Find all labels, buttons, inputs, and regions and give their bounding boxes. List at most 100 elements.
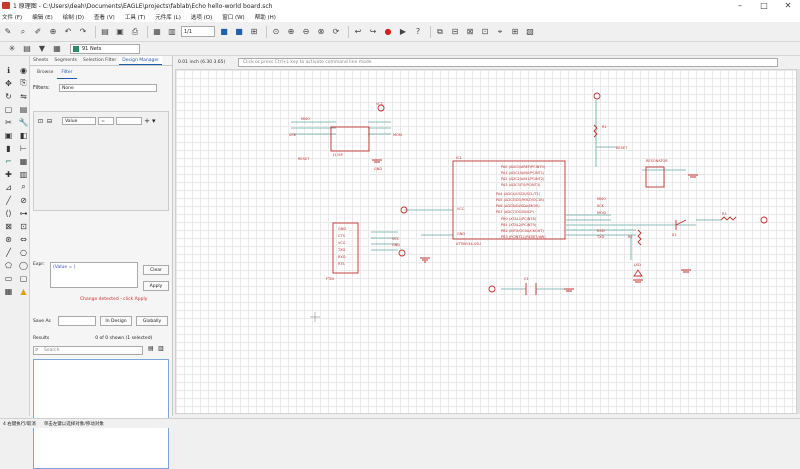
tool-7-icon[interactable]: ▧: [524, 26, 536, 38]
save-as-input[interactable]: [58, 316, 96, 326]
rotate-icon[interactable]: ↻: [2, 90, 15, 102]
name-icon[interactable]: ▣: [2, 129, 15, 141]
sheet-select[interactable]: 1/1: [181, 26, 215, 37]
redo-icon[interactable]: ↷: [77, 26, 89, 38]
rule-field-select[interactable]: Value: [62, 117, 97, 125]
menu-file[interactable]: 文件 (F): [2, 13, 22, 21]
help-icon[interactable]: ?: [412, 26, 424, 38]
ulp-icon[interactable]: ■: [233, 26, 245, 38]
line-icon[interactable]: ╱: [2, 246, 15, 258]
show-icon[interactable]: ◉: [17, 64, 30, 76]
frame-icon[interactable]: ▢: [17, 272, 30, 284]
expr-input[interactable]: (Value = ): [50, 262, 138, 288]
open-icon[interactable]: ▤: [99, 26, 111, 38]
tab-filter[interactable]: Filter: [57, 68, 77, 79]
attribute-icon[interactable]: ⊛: [2, 233, 15, 245]
label-icon[interactable]: ⟨⟩: [2, 207, 15, 219]
go-icon[interactable]: ▶: [397, 26, 409, 38]
layer-select[interactable]: 91 Nets: [70, 43, 140, 54]
tool-6-icon[interactable]: ⊞: [509, 26, 521, 38]
wrench-icon[interactable]: ✎: [2, 26, 14, 38]
print-icon[interactable]: ⎙: [129, 26, 141, 38]
rule-toggle-icon[interactable]: ⊟: [47, 118, 52, 125]
tab-selection-filter[interactable]: Selection Filter: [80, 56, 119, 65]
info-icon[interactable]: ℹ: [2, 64, 15, 76]
zoom-fit-icon[interactable]: ⊙: [270, 26, 282, 38]
erc-icon[interactable]: ▦: [2, 285, 15, 297]
filter-icon[interactable]: ▼: [36, 43, 48, 55]
search-icon[interactable]: ⌕: [17, 26, 29, 38]
sheet-icon[interactable]: ▥: [166, 26, 178, 38]
copy-icon[interactable]: ⎘: [17, 77, 30, 89]
zoom-in-icon[interactable]: ⊕: [285, 26, 297, 38]
add-rule-icon[interactable]: +: [144, 117, 150, 125]
rule-value-input[interactable]: [116, 117, 143, 125]
menu-view[interactable]: 查看 (V): [94, 13, 115, 21]
polygon-icon[interactable]: ⬠: [2, 259, 15, 271]
tool-5-icon[interactable]: ⌖: [494, 26, 506, 38]
tool-3-icon[interactable]: ⊠: [464, 26, 476, 38]
circle-icon[interactable]: ○: [17, 246, 30, 258]
tab-segments[interactable]: Segments: [51, 56, 80, 65]
minimize-button[interactable]: –: [728, 0, 752, 11]
tab-browse[interactable]: Browse: [33, 68, 57, 79]
layer-settings-icon[interactable]: ▦: [51, 43, 63, 55]
menu-library[interactable]: 元件库 (L): [155, 13, 181, 21]
schematic-canvas[interactable]: MISO SCK RESET VCC MOSI GND J1 ISP IC1 A…: [175, 69, 797, 414]
gate-swap-icon[interactable]: ▥: [17, 168, 30, 180]
net-icon[interactable]: ⊶: [17, 207, 30, 219]
junction-icon[interactable]: ⊡: [17, 220, 30, 232]
zoom-icon[interactable]: ⊕: [47, 26, 59, 38]
undo-icon[interactable]: ↶: [62, 26, 74, 38]
rule-operator-select[interactable]: =: [98, 117, 115, 125]
tool-4-icon[interactable]: ⊡: [479, 26, 491, 38]
mirror-icon[interactable]: ⇋: [17, 90, 30, 102]
cam-icon[interactable]: ■: [218, 26, 230, 38]
script-icon[interactable]: ⊞: [248, 26, 260, 38]
errors-icon[interactable]: ▲: [17, 285, 30, 297]
tab-design-manager[interactable]: Design Manager: [119, 56, 162, 65]
group-icon[interactable]: ▢: [2, 103, 15, 115]
results-search-input[interactable]: Search: [33, 346, 143, 355]
menu-draw[interactable]: 绘制 (D): [63, 13, 84, 21]
tool-2-icon[interactable]: ⊟: [449, 26, 461, 38]
miter-icon[interactable]: ⌐: [2, 155, 15, 167]
smash-icon[interactable]: ▮: [2, 142, 15, 154]
board-icon[interactable]: ▦: [151, 26, 163, 38]
zoom-out-icon[interactable]: ⊖: [300, 26, 312, 38]
text-icon[interactable]: ⊘: [17, 194, 30, 206]
arc-icon[interactable]: ◯: [17, 259, 30, 271]
results-list-icon[interactable]: ▤: [148, 345, 154, 352]
add-icon[interactable]: ▦: [17, 155, 30, 167]
grid-icon[interactable]: ✳: [6, 43, 18, 55]
clear-button[interactable]: Clear: [143, 265, 169, 275]
apply-button[interactable]: Apply: [143, 281, 169, 291]
bus-icon[interactable]: ⊠: [2, 220, 15, 232]
paste-icon[interactable]: ▤: [17, 103, 30, 115]
redraw-icon[interactable]: ⟳: [330, 26, 342, 38]
dimension-icon[interactable]: ⇔: [17, 233, 30, 245]
tool-1-icon[interactable]: ⧉: [434, 26, 446, 38]
undo-action-icon[interactable]: ↩: [352, 26, 364, 38]
filters-select[interactable]: None: [59, 84, 157, 92]
close-button[interactable]: ✕: [776, 0, 800, 11]
menu-help[interactable]: 帮助 (H): [255, 13, 276, 21]
remove-rule-icon[interactable]: ▾: [152, 117, 156, 125]
in-design-button[interactable]: In Design: [100, 316, 132, 326]
maximize-button[interactable]: □: [752, 0, 776, 11]
menu-edit[interactable]: 编辑 (E): [32, 13, 53, 21]
wire-icon[interactable]: ╱: [2, 194, 15, 206]
move-icon[interactable]: ✥: [2, 77, 15, 89]
menu-tools[interactable]: 工具 (T): [125, 13, 145, 21]
pen-icon[interactable]: ✐: [32, 26, 44, 38]
menu-window[interactable]: 窗口 (W): [222, 13, 244, 21]
layer-icon[interactable]: ▤: [21, 43, 33, 55]
zoom-select-icon[interactable]: ⊗: [315, 26, 327, 38]
replace-icon[interactable]: ⊿: [2, 181, 15, 193]
redo-action-icon[interactable]: ↪: [367, 26, 379, 38]
delete-icon[interactable]: ✂: [2, 116, 15, 128]
tab-sheets[interactable]: Sheets: [30, 56, 51, 65]
results-export-icon[interactable]: ▥: [158, 345, 164, 352]
rect-icon[interactable]: ▭: [2, 272, 15, 284]
change-icon[interactable]: 🔧: [17, 116, 30, 128]
